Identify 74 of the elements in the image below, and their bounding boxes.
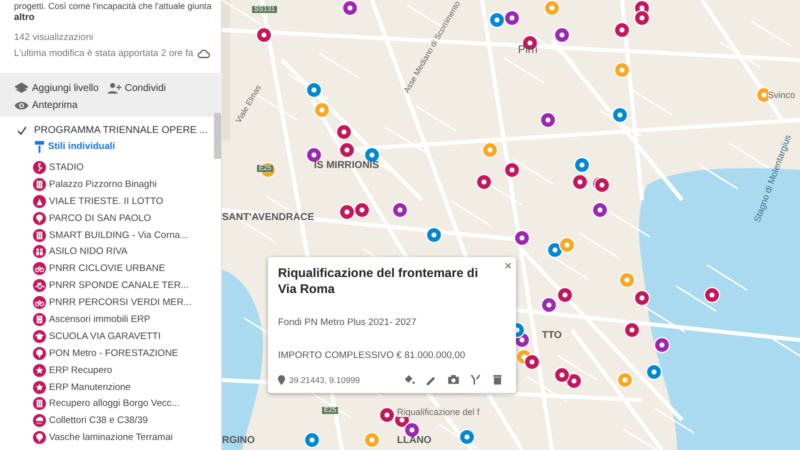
map-marker[interactable] (704, 286, 720, 304)
fork-icon[interactable] (469, 373, 482, 386)
coordinates-text: 39.21443, 9.10999 (289, 374, 361, 384)
map-label: Pirri (518, 44, 538, 56)
tree-marker-icon (33, 431, 46, 444)
layer-item[interactable]: PON Metro - FORESTAZIONE (49, 348, 178, 359)
layer-item[interactable]: Collettori C38 e C38/39 (49, 415, 148, 426)
layer-item[interactable]: ASILO NIDO RIVA (49, 246, 128, 258)
more-link[interactable]: altro (14, 12, 218, 24)
elevator-marker-icon (33, 312, 46, 326)
wave-marker-icon (33, 279, 46, 292)
toolbar-button[interactable]: Anteprima (14, 98, 78, 112)
bike-marker-icon (33, 296, 46, 310)
person-marker-icon (33, 160, 46, 174)
layer-item[interactable]: ERP Recupero (49, 364, 112, 376)
layer-item[interactable]: Palazzo Pizzorno Binaghi (49, 178, 157, 190)
building-marker-icon (33, 228, 46, 242)
toolbar-button[interactable]: Aggiungi livello (14, 81, 99, 95)
layer-item[interactable]: Vasche laminazione Terramai (49, 432, 173, 444)
star-marker-icon (33, 380, 46, 394)
family-marker-icon (33, 245, 46, 258)
popup-text: Fondi PN Metro Plus 2021- 2027 (278, 317, 418, 328)
map-marker[interactable] (654, 336, 670, 354)
map-label: TTO (542, 330, 562, 341)
tree-marker-icon (33, 212, 46, 225)
layer-item[interactable]: VIALE TRIESTE. II LOTTO (49, 196, 164, 207)
popup-text: IMPORTO COMPLESSIVO € 81.000.000,00 (278, 350, 466, 361)
map-label: LLANO (397, 435, 432, 446)
close-button[interactable]: × (504, 258, 512, 273)
layer-item[interactable]: SCUOLA VIA GARAVETTI (49, 330, 161, 342)
scrollbar[interactable] (214, 113, 221, 159)
add-person-icon (106, 81, 122, 95)
view-count: 142 visualizzazioni (14, 32, 94, 44)
map-marker[interactable] (338, 204, 356, 220)
map-marker[interactable] (634, 290, 650, 306)
layer-item[interactable]: Ascensori immobili ERP (49, 314, 150, 325)
layer-item[interactable]: PARCO DI SAN PAOLO (49, 212, 152, 224)
popup-title: Riqualificazione del frontemare di Via Roma (278, 265, 480, 297)
layer-item[interactable]: ERP Manutenzione (49, 382, 131, 393)
map-marker[interactable] (646, 364, 662, 380)
school-marker-icon (33, 330, 46, 343)
map-label: IS MIRRIONIS (314, 160, 380, 171)
paint-roller-icon (34, 140, 45, 153)
cloud-icon (197, 47, 211, 61)
layer-item[interactable]: STADIO (49, 162, 84, 173)
pin-icon (278, 374, 285, 384)
layer-checkbox[interactable] (16, 124, 28, 136)
bike-marker-icon (33, 262, 46, 276)
layer-item[interactable]: PNRR SPONDE CANALE TER... (49, 280, 189, 292)
paint-bucket-icon[interactable] (403, 373, 416, 386)
map-marker[interactable] (558, 236, 576, 254)
map-marker[interactable] (488, 12, 506, 28)
map-label: Riqualificazione del f (397, 407, 480, 417)
rain-marker-icon (33, 414, 46, 428)
layer-item[interactable]: SMART BUILDING - Via Corna... (49, 230, 188, 240)
building-marker-icon (33, 397, 46, 410)
layer-item[interactable]: PNRR PERCORSI VERDI MER... (49, 297, 192, 308)
star-marker-icon (33, 364, 46, 377)
map-label: SANT'AVENDRACE (222, 212, 314, 223)
layer-title[interactable]: PROGRAMMA TRIENNALE OPERE ... (34, 124, 208, 136)
map-label: RGINO (222, 435, 255, 446)
layer-item[interactable]: Recupero alloggi Borgo Vecc... (49, 398, 180, 410)
description-text: progetti. Così come l'incapacità che l'attuale giunta (14, 0, 212, 12)
layers-icon (14, 81, 29, 95)
toolbar-button[interactable]: Condividi (106, 81, 166, 95)
worker-marker-icon (33, 194, 46, 208)
trash-icon[interactable] (491, 373, 504, 386)
camera-icon[interactable] (447, 373, 460, 386)
layer-item[interactable]: PNRR CICLOVIE URBANE (49, 263, 166, 274)
building-marker-icon (33, 178, 46, 191)
tree-marker-icon (33, 346, 46, 360)
map-label: Svinco (768, 90, 796, 100)
individual-styles-link[interactable]: Stili individuali (48, 141, 116, 152)
last-modified-text: L'ultima modifica è stata apportata 2 ore fa (14, 48, 194, 60)
